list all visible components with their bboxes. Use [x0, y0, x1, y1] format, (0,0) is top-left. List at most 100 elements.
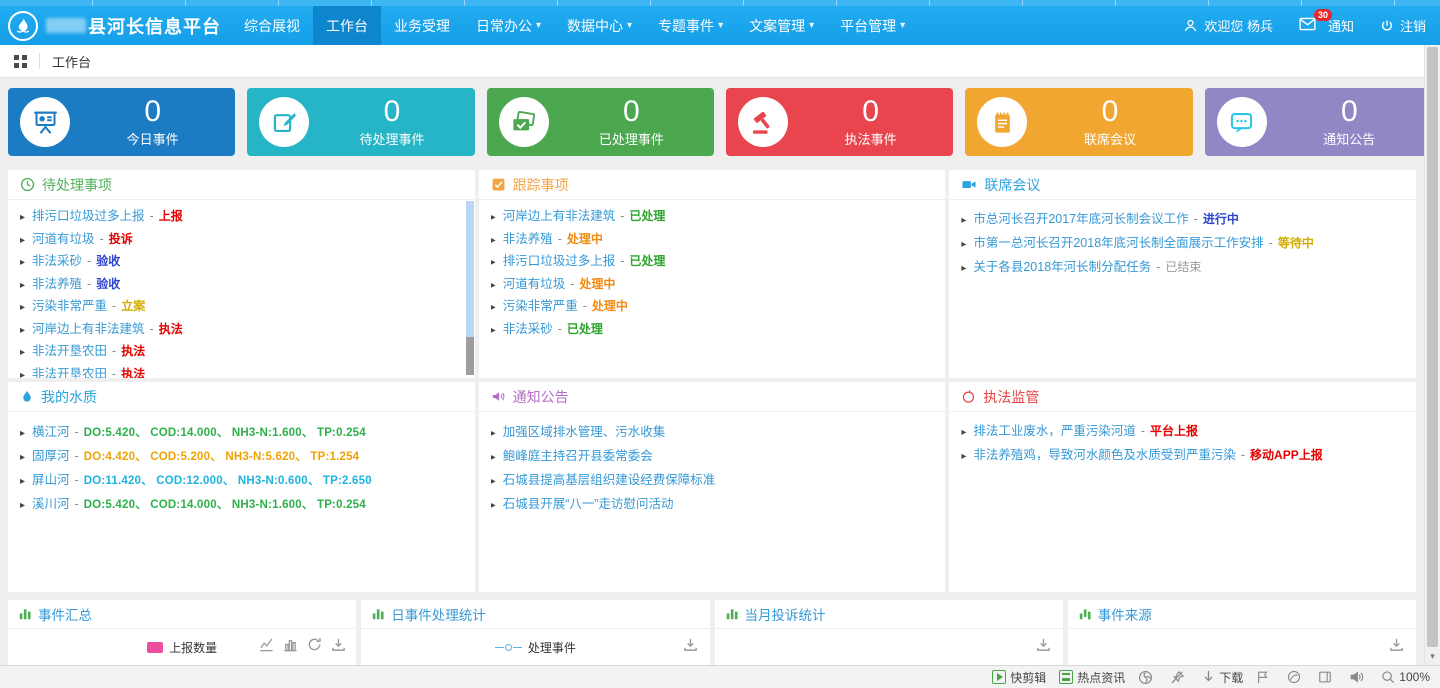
list-item[interactable]: 市总河长召开2017年底河长制会议工作-进行中 — [961, 208, 1404, 232]
list-item[interactable]: 非法开垦农田-执法 — [20, 340, 463, 363]
chart-legend[interactable]: 处理事件 — [361, 629, 709, 656]
video-camera-icon — [961, 177, 977, 192]
card-label: 待处理事件 — [359, 129, 424, 148]
list-item[interactable]: 石城县开展“八一”走访慰问活动 — [491, 493, 934, 517]
menu-item-workbench[interactable]: 工作台 — [313, 6, 381, 45]
arrow-icon — [961, 236, 973, 250]
download-icon[interactable] — [1389, 637, 1404, 652]
speaker-small-icon — [1349, 670, 1364, 684]
list-item[interactable]: 污染非常严重-处理中 — [491, 295, 934, 318]
list-item[interactable]: 河岸边上有非法建筑-已处理 — [491, 205, 934, 228]
arrow-icon — [491, 254, 503, 268]
list-item[interactable]: 排污口垃圾过多上报-上报 — [20, 205, 463, 228]
page-scrollbar[interactable]: ▾ — [1424, 45, 1440, 665]
speaker-icon — [491, 389, 506, 404]
arrow-icon — [961, 424, 973, 438]
user-welcome[interactable]: 欢迎您 杨兵 — [1183, 16, 1273, 35]
bar-chart-tool-icon[interactable] — [283, 637, 298, 652]
page-title: 工作台 — [52, 52, 91, 71]
card-label: 通知公告 — [1323, 129, 1375, 148]
panel-pending-items: 待处理事项 排污口垃圾过多上报-上报 河道有垃圾-投诉 非法采砂-验收 非法养殖… — [8, 170, 475, 378]
arrow-icon — [20, 209, 32, 223]
list-item[interactable]: 非法养殖鸡，导致河水颜色及水质受到严重污染-移动APP上报 — [961, 444, 1404, 468]
list-item[interactable]: 非法养殖-处理中 — [491, 228, 934, 251]
menu-item-documents[interactable]: 文案管理 — [736, 6, 827, 45]
panel-joint-meetings: 联席会议 市总河长召开2017年底河长制会议工作-进行中 市第一总河长召开201… — [949, 170, 1416, 378]
no-disturb-button[interactable] — [1170, 670, 1189, 685]
item-status: 已处理 — [629, 207, 665, 224]
menu-item-data-center[interactable]: 数据中心 — [554, 6, 645, 45]
list-item[interactable]: 非法开垦农田-执法 — [20, 363, 463, 379]
proxy-button[interactable] — [1287, 670, 1305, 684]
arrow-icon — [20, 344, 32, 358]
list-item[interactable]: 河岸边上有非法建筑-执法 — [20, 318, 463, 341]
card-joint-meetings[interactable]: 0联席会议 — [965, 88, 1192, 156]
card-enforcement-events[interactable]: 0执法事件 — [726, 88, 953, 156]
list-item[interactable]: 溪川河-DO:5.420、 COD:14.000、 NH3-N:1.600、 T… — [20, 493, 463, 517]
line-chart-tool-icon[interactable] — [259, 637, 274, 652]
scrollbar-down-arrow[interactable]: ▾ — [1425, 649, 1440, 663]
menu-item-special-events[interactable]: 专题事件 — [645, 6, 736, 45]
download-icon[interactable] — [683, 637, 698, 652]
refresh-icon[interactable] — [307, 637, 322, 652]
list-item[interactable]: 屏山河-DO:11.420、 COD:12.000、 NH3-N:0.600、 … — [20, 469, 463, 493]
download-icon[interactable] — [331, 637, 346, 652]
pin-slash-icon — [1170, 670, 1185, 685]
grid-icon[interactable] — [14, 55, 27, 68]
arrow-icon — [20, 299, 32, 313]
list-item[interactable]: 非法采砂-已处理 — [491, 318, 934, 341]
mute-button[interactable] — [1349, 670, 1368, 684]
list-item[interactable]: 非法采砂-验收 — [20, 250, 463, 273]
arrow-icon — [491, 299, 503, 313]
flag-icon — [1256, 670, 1270, 684]
list-item[interactable]: 河道有垃圾-投诉 — [20, 228, 463, 251]
flag-button[interactable] — [1256, 670, 1274, 684]
sidebar-toggle-button[interactable] — [1318, 670, 1336, 684]
item-status: 平台上报 — [1150, 422, 1198, 439]
brand-censored-county — [46, 18, 86, 33]
list-item[interactable]: 河道有垃圾-处理中 — [491, 273, 934, 296]
list-item[interactable]: 污染非常严重-立案 — [20, 295, 463, 318]
accelerator-button[interactable] — [1138, 670, 1157, 685]
quick-edit-button[interactable]: 快剪辑 — [992, 669, 1046, 686]
arrow-icon — [20, 277, 32, 291]
list-item[interactable]: 石城县提高基层组织建设经费保障标准 — [491, 469, 934, 493]
chat-icon — [1228, 109, 1255, 136]
list-item[interactable]: 市第一总河长召开2018年底河长制全面展示工作安排-等待中 — [961, 232, 1404, 256]
stat-cards-row: 0今日事件 0待处理事件 0已处理事件 0执法事件 0联席会议 0通知公告 — [0, 78, 1440, 166]
item-status: 已处理 — [567, 320, 603, 337]
checkbox-icon — [491, 177, 506, 192]
main-menu: 综合展视 工作台 业务受理 日常办公 数据中心 专题事件 文案管理 平台管理 — [231, 6, 918, 45]
list-item[interactable]: 排法工业废水，严重污染河道-平台上报 — [961, 420, 1404, 444]
list-item[interactable]: 非法养殖-验收 — [20, 273, 463, 296]
card-announcements[interactable]: 0通知公告 — [1205, 88, 1432, 156]
list-item[interactable]: 鲍峰庭主持召开县委常委会 — [491, 445, 934, 469]
water-values: DO:5.420、 COD:14.000、 NH3-N:1.600、 TP:0.… — [84, 496, 366, 512]
logout-button[interactable]: 注销 — [1380, 16, 1426, 35]
circle-slash-icon — [1287, 670, 1301, 684]
menu-item-platform-admin[interactable]: 平台管理 — [827, 6, 918, 45]
chart-title: 事件来源 — [1098, 604, 1152, 624]
scrollbar-thumb[interactable] — [1427, 47, 1438, 647]
list-item[interactable]: 加强区域排水管理、污水收集 — [491, 421, 934, 445]
download-icon[interactable] — [1036, 637, 1051, 652]
zoom-control[interactable]: 100% — [1381, 670, 1430, 684]
card-today-events[interactable]: 0今日事件 — [8, 88, 235, 156]
river-name: 固厚河 — [32, 445, 70, 464]
list-item[interactable]: 横江河-DO:5.420、 COD:14.000、 NH3-N:1.600、 T… — [20, 421, 463, 445]
list-item[interactable]: 关于各县2018年河长制分配任务-已结束 — [961, 256, 1404, 280]
arrow-icon — [20, 322, 32, 336]
download-manager-button[interactable]: 下载 — [1202, 669, 1243, 686]
hot-news-button[interactable]: 热点资讯 — [1059, 669, 1125, 686]
list-item[interactable]: 固厚河-DO:4.420、 COD:5.200、 NH3-N:5.620、 TP… — [20, 445, 463, 469]
panel-scrollbar[interactable] — [466, 201, 474, 375]
menu-item-daily-office[interactable]: 日常办公 — [463, 6, 554, 45]
water-values: DO:5.420、 COD:14.000、 NH3-N:1.600、 TP:0.… — [84, 424, 366, 440]
card-pending-events[interactable]: 0待处理事件 — [247, 88, 474, 156]
card-processed-events[interactable]: 0已处理事件 — [487, 88, 714, 156]
user-icon — [1183, 18, 1198, 33]
menu-item-overview[interactable]: 综合展视 — [231, 6, 313, 45]
list-item[interactable]: 排污口垃圾过多上报-已处理 — [491, 250, 934, 273]
menu-item-business[interactable]: 业务受理 — [381, 6, 463, 45]
notice-button[interactable]: 30 通知 — [1299, 16, 1354, 35]
